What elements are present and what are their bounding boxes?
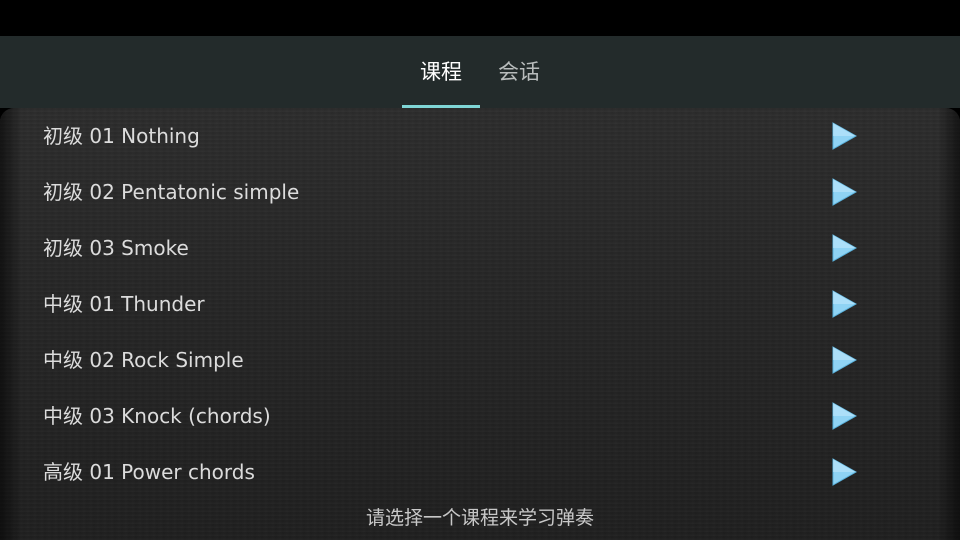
course-panel: 初级 01 Nothing 初级 02 Pentatonic simple 初级… bbox=[0, 108, 960, 540]
status-bar bbox=[0, 0, 960, 36]
course-item-4[interactable]: 中级 01 Thunder bbox=[0, 276, 960, 332]
course-item-2[interactable]: 初级 02 Pentatonic simple bbox=[0, 164, 960, 220]
tab-courses[interactable]: 课程 bbox=[402, 36, 480, 108]
course-label: 初级 01 Nothing bbox=[43, 124, 200, 148]
play-icon[interactable] bbox=[831, 458, 857, 486]
course-item-1[interactable]: 初级 01 Nothing bbox=[0, 108, 960, 164]
tab-courses-label: 课程 bbox=[420, 60, 462, 84]
play-icon[interactable] bbox=[831, 234, 857, 262]
header: 课程 会话 bbox=[0, 36, 960, 108]
course-item-3[interactable]: 初级 03 Smoke bbox=[0, 220, 960, 276]
course-item-7[interactable]: 高级 01 Power chords bbox=[0, 444, 960, 500]
hint-text: 请选择一个课程来学习弹奏 bbox=[365, 507, 594, 529]
play-icon[interactable] bbox=[831, 402, 857, 430]
course-label: 中级 02 Rock Simple bbox=[43, 348, 244, 372]
course-label: 初级 02 Pentatonic simple bbox=[43, 180, 300, 204]
course-label: 初级 03 Smoke bbox=[43, 236, 189, 260]
course-label: 中级 03 Knock (chords) bbox=[43, 404, 271, 428]
tab-bar: 课程 会话 bbox=[0, 36, 960, 108]
course-item-5[interactable]: 中级 02 Rock Simple bbox=[0, 332, 960, 388]
play-icon[interactable] bbox=[831, 346, 857, 374]
course-list: 初级 01 Nothing 初级 02 Pentatonic simple 初级… bbox=[0, 108, 960, 500]
play-icon[interactable] bbox=[831, 178, 857, 206]
play-icon[interactable] bbox=[831, 290, 857, 318]
course-label: 中级 01 Thunder bbox=[43, 292, 205, 316]
play-icon[interactable] bbox=[831, 122, 857, 150]
tab-conversations[interactable]: 会话 bbox=[480, 36, 558, 108]
tab-conversations-label: 会话 bbox=[498, 60, 540, 84]
course-label: 高级 01 Power chords bbox=[43, 460, 255, 484]
course-item-6[interactable]: 中级 03 Knock (chords) bbox=[0, 388, 960, 444]
screen: 课程 会话 初级 01 Nothing 初级 02 Pentatonic sim… bbox=[0, 0, 960, 540]
